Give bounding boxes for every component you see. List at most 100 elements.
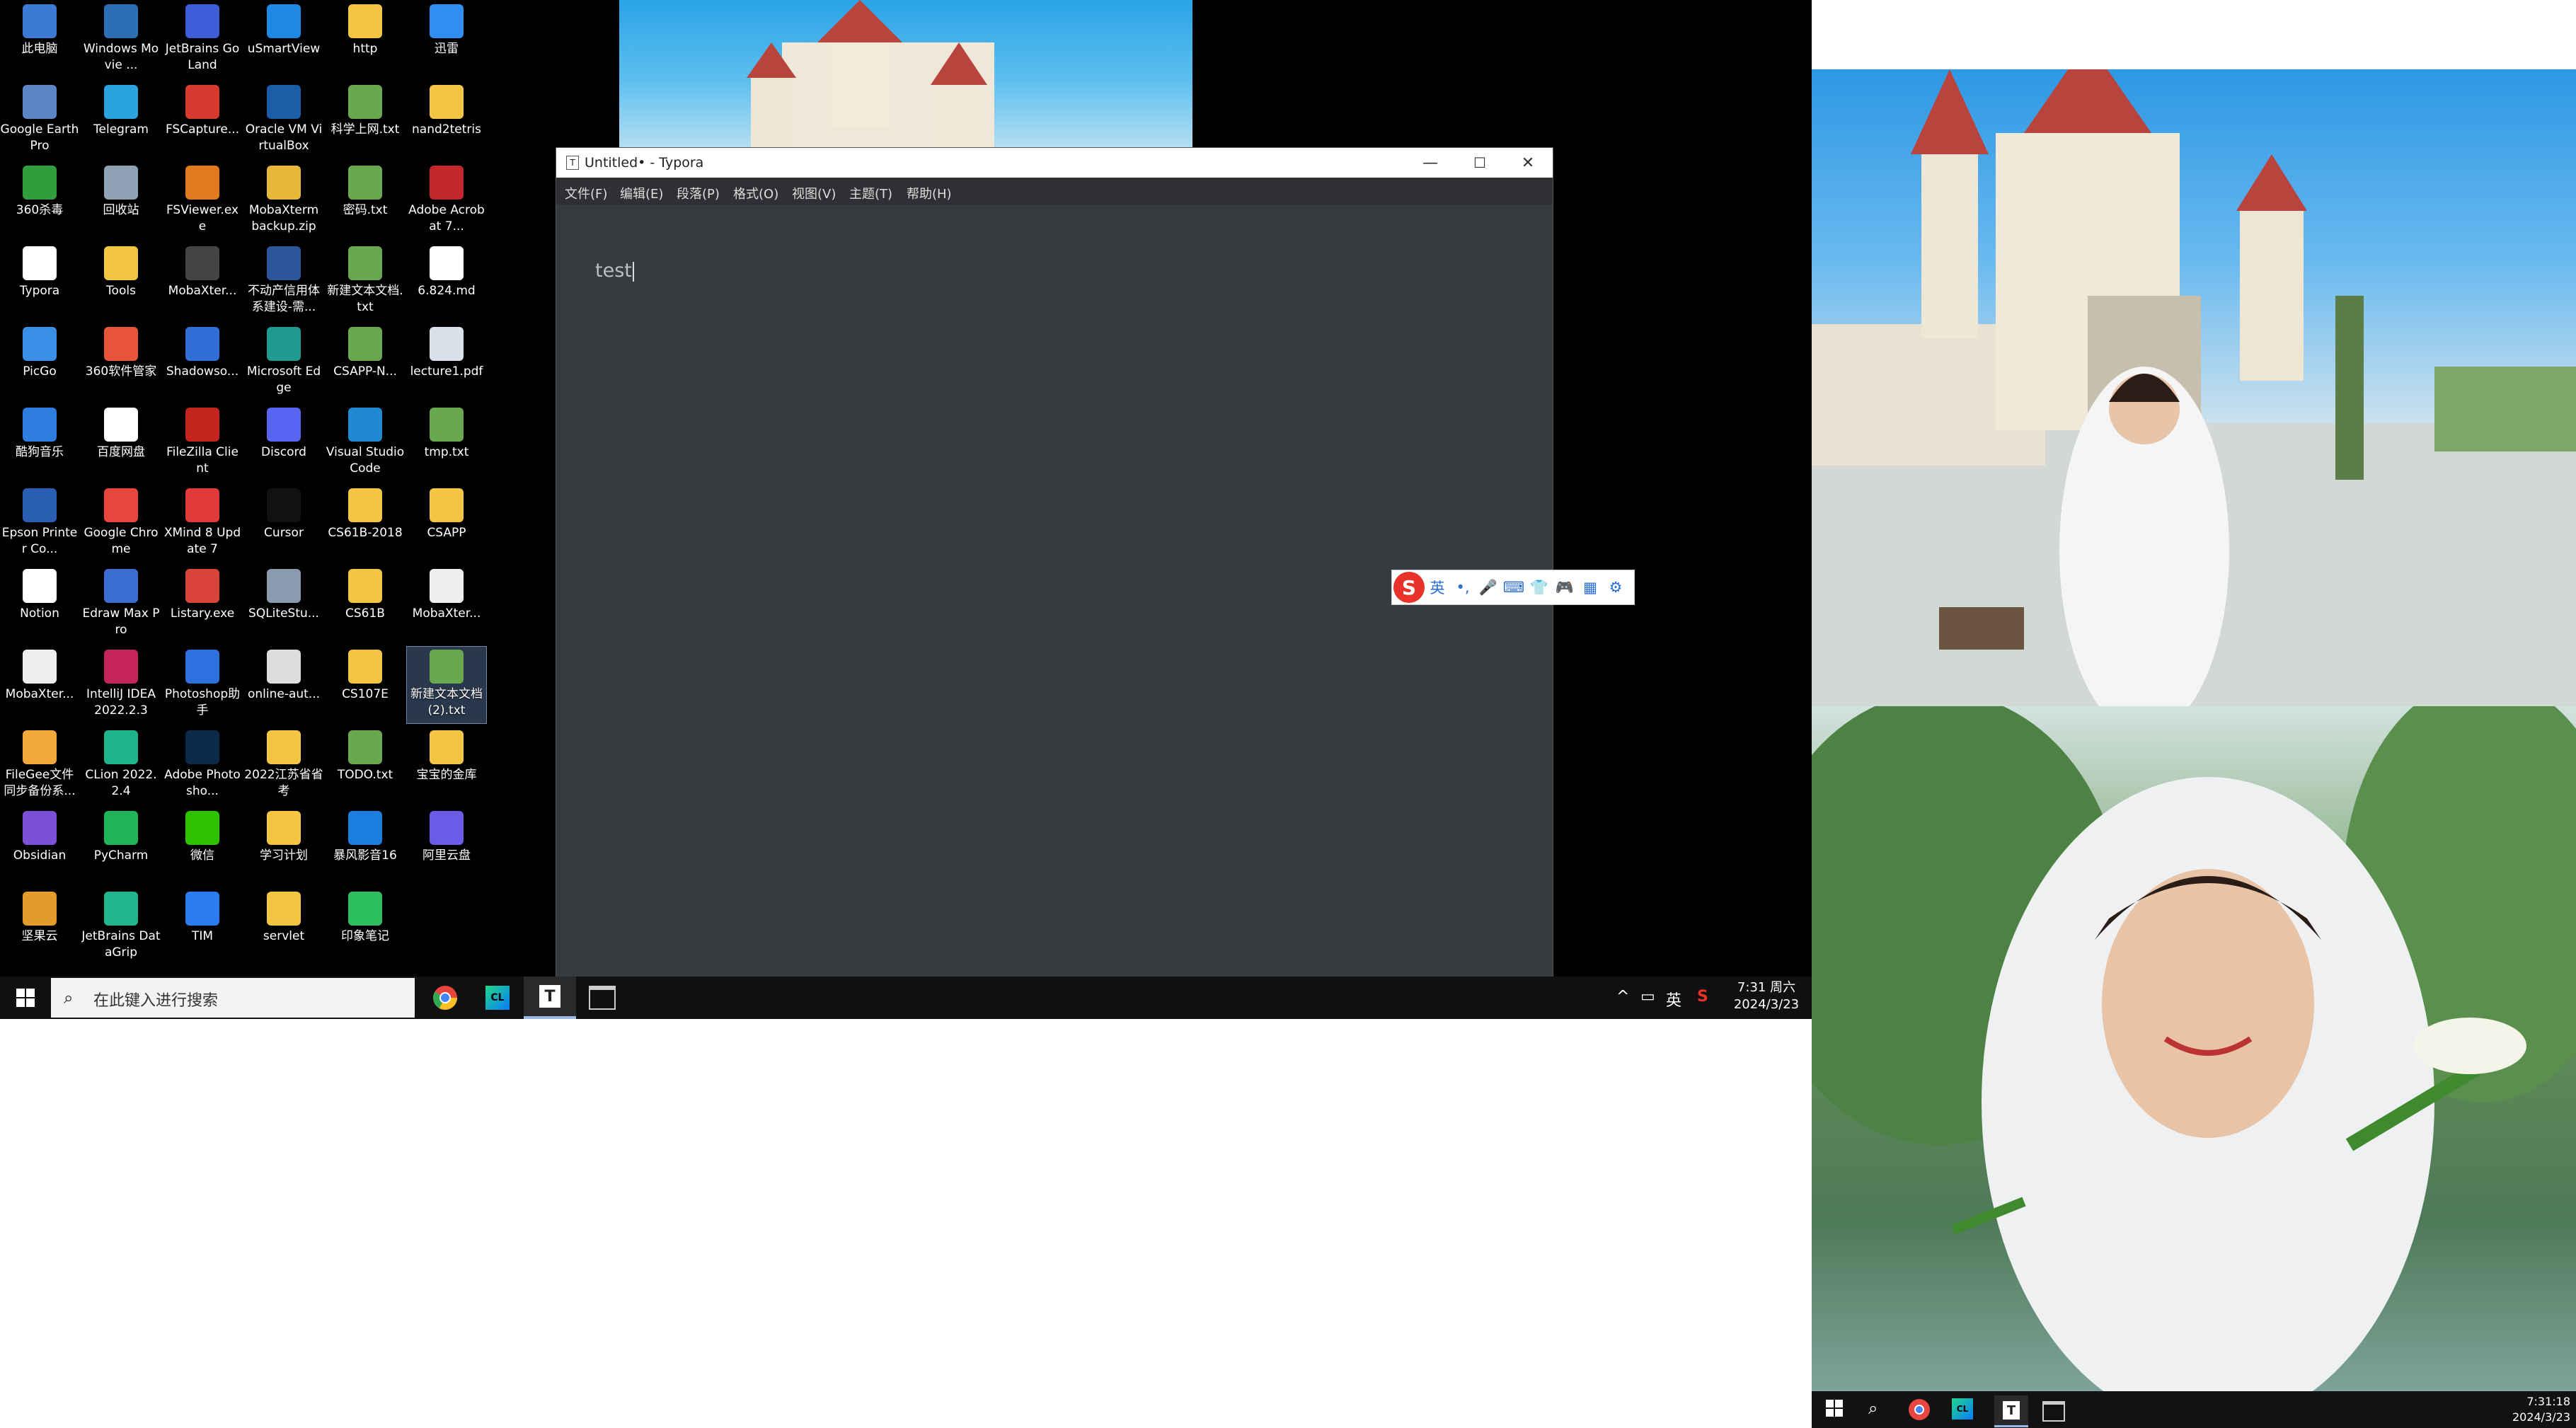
desktop-icon[interactable]: 阿里云盘: [407, 808, 486, 885]
desktop-icon[interactable]: Discord: [244, 405, 323, 481]
desktop-icon[interactable]: 新建文本文档.txt: [326, 243, 405, 320]
desktop-icon[interactable]: CSAPP-N...: [326, 324, 405, 401]
editor-content[interactable]: test: [595, 260, 634, 282]
ime-toolbar[interactable]: S 英 •, 🎤 ⌨ 👕 🎮 ▦ ⚙: [1391, 570, 1635, 605]
desktop-icon[interactable]: PyCharm: [81, 808, 161, 885]
clion-icon[interactable]: CL: [1952, 1398, 1973, 1420]
desktop-icon[interactable]: Google Chrome: [81, 485, 161, 562]
taskbar-clion[interactable]: CL: [471, 977, 524, 1019]
desktop-icon[interactable]: 360杀毒: [0, 163, 79, 239]
desktop-icon[interactable]: 酷狗音乐: [0, 405, 79, 481]
typora-titlebar[interactable]: T Untitled• - Typora — ☐ ✕: [556, 148, 1553, 178]
desktop-icon[interactable]: 微信: [163, 808, 242, 885]
desktop-icon[interactable]: MobaXter...: [0, 647, 79, 723]
desktop-icon[interactable]: 学习计划: [244, 808, 323, 885]
desktop-icon[interactable]: Tools: [81, 243, 161, 320]
menu-format[interactable]: 格式(O): [733, 184, 778, 202]
desktop-icon[interactable]: 2022江苏省省考: [244, 727, 323, 804]
desktop-icon[interactable]: nand2tetris: [407, 82, 486, 159]
desktop-icon[interactable]: tmp.txt: [407, 405, 486, 481]
desktop-icon[interactable]: uSmartView: [244, 1, 323, 78]
desktop-icon[interactable]: 百度网盘: [81, 405, 161, 481]
menu-help[interactable]: 帮助(H): [907, 184, 952, 202]
desktop-icon[interactable]: FileZilla Client: [163, 405, 242, 481]
desktop-icon[interactable]: 科学上网.txt: [326, 82, 405, 159]
desktop-icon[interactable]: CS61B-2018: [326, 485, 405, 562]
desktop-icon[interactable]: JetBrains GoLand: [163, 1, 242, 78]
desktop-icon[interactable]: 360软件管家: [81, 324, 161, 401]
desktop-icon[interactable]: CS61B: [326, 566, 405, 643]
desktop-icon[interactable]: Obsidian: [0, 808, 79, 885]
desktop-icon[interactable]: Listary.exe: [163, 566, 242, 643]
ime-toolbox-icon[interactable]: ▦: [1577, 579, 1603, 596]
desktop-icon[interactable]: 6.824.md: [407, 243, 486, 320]
taskbar-right-chrome[interactable]: [1908, 1398, 1931, 1424]
desktop-icon[interactable]: online-aut...: [244, 647, 323, 723]
search-icon[interactable]: ⌕: [1868, 1398, 1878, 1418]
desktop-icon[interactable]: FSViewer.exe: [163, 163, 242, 239]
desktop-icon[interactable]: MobaXterm backup.zip: [244, 163, 323, 239]
taskbar-terminal[interactable]: [576, 977, 628, 1019]
taskbar-right-clock[interactable]: 7:31:18 2024/3/23: [2512, 1394, 2570, 1425]
taskbar-typora[interactable]: T: [524, 977, 576, 1019]
desktop-icon[interactable]: Shadowso...: [163, 324, 242, 401]
desktop-icon[interactable]: Google Earth Pro: [0, 82, 79, 159]
desktop-icon[interactable]: PicGo: [0, 324, 79, 401]
start-button-right[interactable]: [1826, 1400, 1843, 1420]
desktop-icon[interactable]: 暴风影音16: [326, 808, 405, 885]
tray-language[interactable]: 英: [1666, 988, 1681, 1010]
ime-language-toggle[interactable]: 英: [1425, 577, 1450, 598]
desktop-icon[interactable]: Adobe Photosho...: [163, 727, 242, 804]
desktop-icon[interactable]: Windows Movie ...: [81, 1, 161, 78]
taskbar-right-typora[interactable]: T: [1994, 1395, 2028, 1427]
ime-punctuation-icon[interactable]: •,: [1450, 579, 1476, 596]
desktop-icon[interactable]: Epson Printer Co...: [0, 485, 79, 562]
menu-edit[interactable]: 编辑(E): [620, 184, 663, 202]
menu-file[interactable]: 文件(F): [565, 184, 607, 202]
desktop-icon[interactable]: MobaXter...: [407, 566, 486, 643]
taskbar-clock[interactable]: 7:31 周六 2024/3/23: [1727, 979, 1806, 1013]
desktop-icon[interactable]: XMind 8 Update 7: [163, 485, 242, 562]
desktop-icon[interactable]: Adobe Acrobat 7...: [407, 163, 486, 239]
desktop-icon[interactable]: Visual Studio Code: [326, 405, 405, 481]
typora-window[interactable]: T Untitled• - Typora — ☐ ✕ 文件(F) 编辑(E) 段…: [556, 148, 1553, 977]
desktop-icon[interactable]: TODO.txt: [326, 727, 405, 804]
desktop-icon[interactable]: CSAPP: [407, 485, 486, 562]
taskbar-chrome[interactable]: [419, 977, 471, 1019]
menu-theme[interactable]: 主题(T): [849, 184, 892, 202]
close-button[interactable]: ✕: [1503, 148, 1553, 178]
desktop-icon[interactable]: CS107E: [326, 647, 405, 723]
desktop-icon[interactable]: 新建文本文档 (2).txt: [406, 646, 487, 724]
desktop-icon[interactable]: 宝宝的金库: [407, 727, 486, 804]
desktop-icon[interactable]: 迅雷: [407, 1, 486, 78]
ime-settings-icon[interactable]: ⚙: [1603, 579, 1628, 596]
maximize-button[interactable]: ☐: [1455, 148, 1505, 178]
desktop-icon[interactable]: FileGee文件同步备份系...: [0, 727, 79, 804]
menu-view[interactable]: 视图(V): [792, 184, 836, 202]
sogou-logo-icon[interactable]: S: [1393, 572, 1425, 603]
minimize-button[interactable]: —: [1405, 148, 1455, 178]
desktop-icon[interactable]: 此电脑: [0, 1, 79, 78]
desktop-icon[interactable]: FSCapture...: [163, 82, 242, 159]
desktop-icon[interactable]: Photoshop助手: [163, 647, 242, 723]
desktop-icon[interactable]: Microsoft Edge: [244, 324, 323, 401]
desktop-icon[interactable]: Telegram: [81, 82, 161, 159]
desktop-icon[interactable]: IntelliJ IDEA 2022.2.3: [81, 647, 161, 723]
desktop-icon[interactable]: Notion: [0, 566, 79, 643]
desktop-icon[interactable]: servlet: [244, 889, 323, 965]
desktop-icon[interactable]: 不动产信用体系建设-需...: [244, 243, 323, 320]
desktop-icon[interactable]: http: [326, 1, 405, 78]
sogou-tray-icon[interactable]: S: [1697, 988, 1708, 1006]
desktop-icon[interactable]: SQLiteStu...: [244, 566, 323, 643]
desktop-icon[interactable]: TIM: [163, 889, 242, 965]
desktop-icon[interactable]: Typora: [0, 243, 79, 320]
desktop-icon[interactable]: Cursor: [244, 485, 323, 562]
tray-overflow-icon[interactable]: ^: [1616, 988, 1629, 1006]
menu-paragraph[interactable]: 段落(P): [677, 184, 720, 202]
ime-keyboard-icon[interactable]: ⌨: [1501, 579, 1526, 596]
desktop-icon[interactable]: MobaXter...: [163, 243, 242, 320]
desktop-icon[interactable]: Edraw Max Pro: [81, 566, 161, 643]
taskbar-search-box[interactable]: ⌕ 在此键入进行搜索: [51, 978, 415, 1018]
desktop-icon[interactable]: lecture1.pdf: [407, 324, 486, 401]
desktop-icon[interactable]: 印象笔记: [326, 889, 405, 965]
